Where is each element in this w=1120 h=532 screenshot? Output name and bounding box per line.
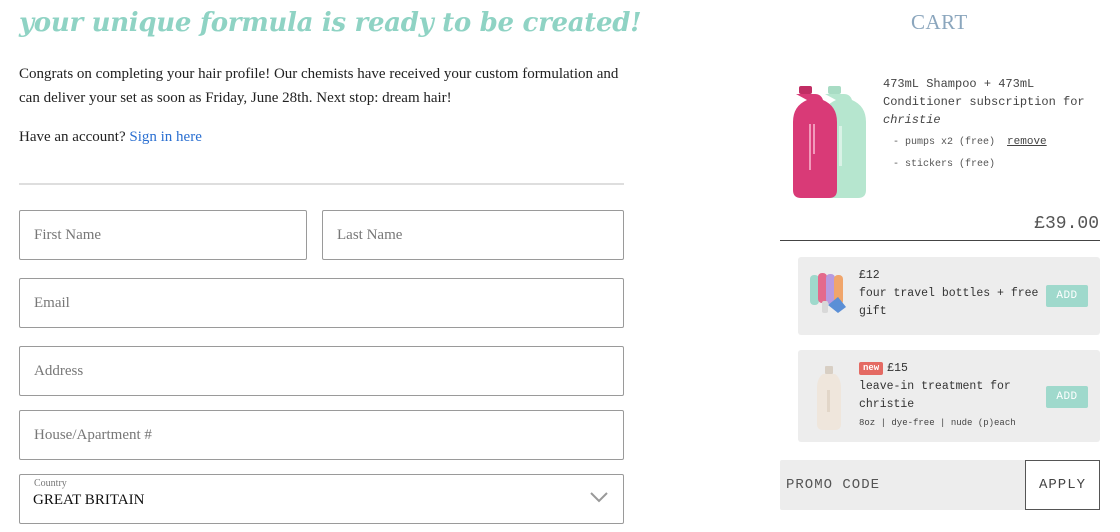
email-field[interactable] (20, 279, 623, 327)
country-select[interactable]: Country GREAT BRITAIN (19, 474, 624, 524)
cart-product-title: 473mL Shampoo + 473mL Conditioner subscr… (883, 75, 1098, 129)
extra-pumps-label: - pumps x2 (free) (893, 137, 996, 148)
travel-bottles-image (810, 273, 846, 313)
upsell-travel-bottles: £12 four travel bottles + free gift ADD (798, 257, 1100, 335)
add-travel-bottles-button[interactable]: ADD (1046, 285, 1088, 307)
first-name-field[interactable] (20, 211, 306, 259)
upsell-2-price-line: new £15 (859, 360, 1039, 378)
remove-pumps-link[interactable]: remove (1007, 136, 1047, 148)
shampoo-conditioner-bottles-image (793, 86, 866, 198)
page-headline: your unique formula is ready to be creat… (19, 8, 642, 38)
upsell-2-text: new £15 leave-in treatment for christie 8… (859, 360, 1039, 432)
country-value: GREAT BRITAIN (33, 492, 145, 508)
sign-in-link[interactable]: Sign in here (129, 129, 202, 145)
account-prompt-text: Have an account? (19, 129, 126, 145)
upsell-1-price: £12 (859, 269, 880, 282)
apply-promo-button[interactable]: APPLY (1025, 460, 1100, 510)
chevron-down-icon (590, 492, 608, 503)
address-field-box (19, 346, 624, 396)
cart-title: CART (911, 10, 968, 34)
price-divider (780, 240, 1100, 241)
promo-code-box (780, 460, 1026, 510)
intro-text: Congrats on completing your hair profile… (19, 66, 619, 106)
cart-price: £39.00 (1034, 214, 1099, 234)
add-leave-in-button[interactable]: ADD (1046, 386, 1088, 408)
leave-in-bottle-image (817, 366, 841, 430)
last-name-field-box (322, 210, 624, 260)
upsell-leave-in: new £15 leave-in treatment for christie 8… (798, 350, 1100, 442)
upsell-1-text: £12 four travel bottles + free gift (859, 267, 1039, 321)
cart-extra-pumps: - pumps x2 (free) remove (893, 136, 1047, 148)
first-name-field-box (19, 210, 307, 260)
upsell-2-price: £15 (887, 362, 908, 375)
house-field-box (19, 410, 624, 460)
cart-extra-stickers: - stickers (free) (893, 159, 996, 170)
promo-code-input[interactable] (780, 460, 1026, 510)
house-apartment-field[interactable] (20, 411, 623, 459)
email-field-box (19, 278, 624, 328)
new-badge: new (859, 362, 884, 375)
upsell-2-name: leave-in treatment for christie (859, 380, 1011, 411)
last-name-field[interactable] (323, 211, 623, 259)
upsell-1-name: four travel bottles + free gift (859, 287, 1039, 318)
product-recipient: christie (883, 113, 941, 127)
account-prompt: Have an account? Sign in here (19, 126, 202, 148)
country-label: Country (34, 478, 67, 489)
product-title-text: 473mL Shampoo + 473mL Conditioner subscr… (883, 77, 1085, 109)
address-field[interactable] (20, 347, 623, 395)
divider (19, 183, 624, 185)
upsell-2-note: 8oz | dye-free | nude (p)each (859, 418, 1016, 428)
